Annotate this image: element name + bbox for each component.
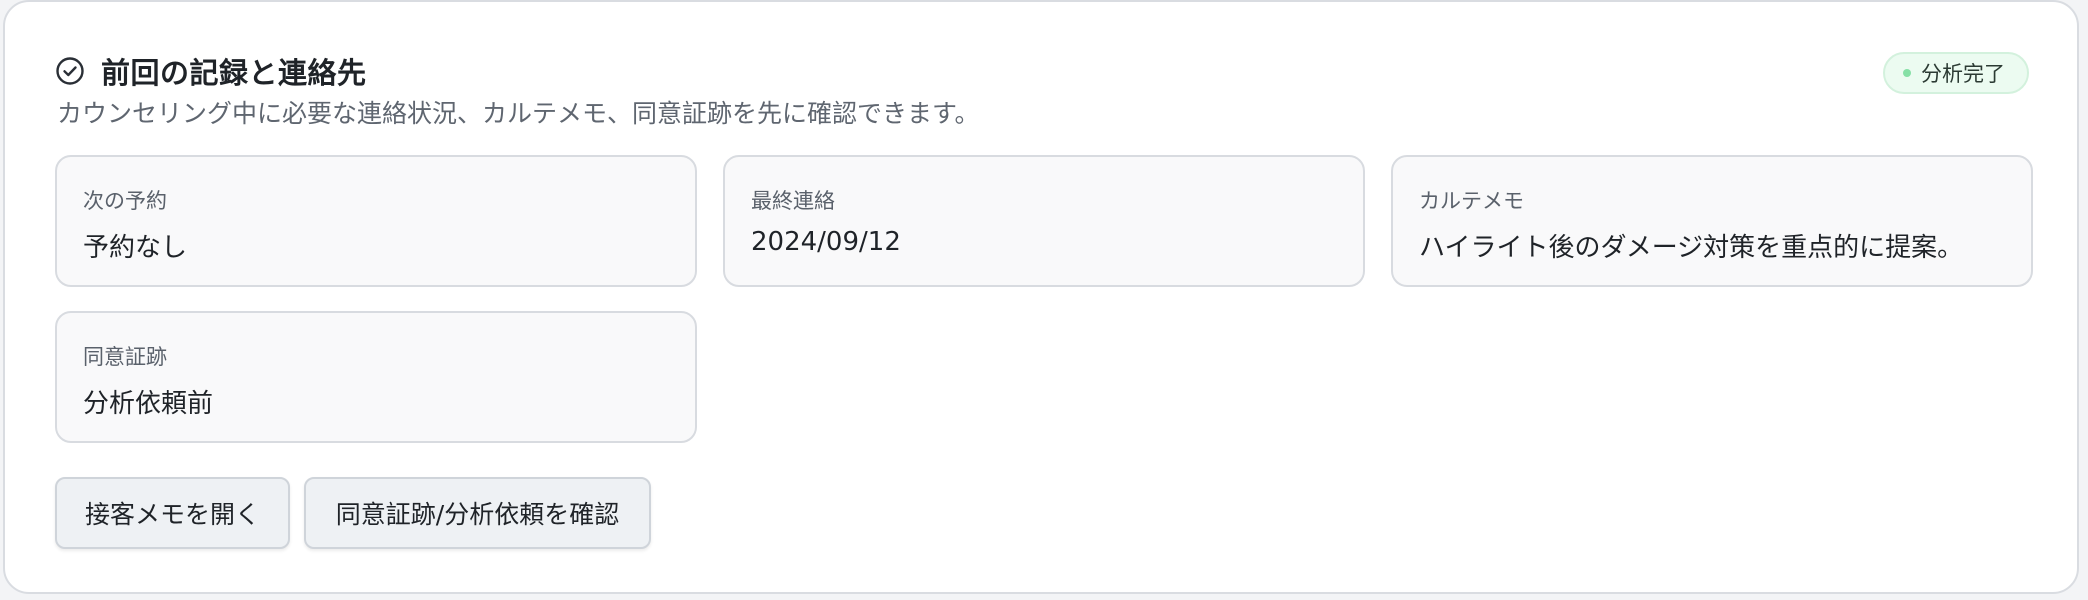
status-dot <box>1903 69 1911 77</box>
info-card-value: 2024/09/12 <box>751 227 901 257</box>
status-badge: 分析完了 <box>1883 52 2029 94</box>
info-card-next-appointment: 次の予約 予約なし <box>55 155 697 287</box>
info-card-label: 同意証跡 <box>83 345 167 369</box>
status-badge-label: 分析完了 <box>1921 62 2005 86</box>
info-card-consent-record: 同意証跡 分析依頼前 <box>55 311 697 443</box>
check-circle-icon <box>55 56 85 86</box>
info-card-label: 次の予約 <box>83 189 167 213</box>
open-memo-button[interactable]: 接客メモを開く <box>55 477 290 549</box>
info-card-last-contact: 最終連絡 2024/09/12 <box>723 155 1365 287</box>
info-card-value: ハイライト後のダメージ対策を重点的に提案。 <box>1419 233 1964 263</box>
info-card-chart-memo: カルテメモ ハイライト後のダメージ対策を重点的に提案。 <box>1391 155 2033 287</box>
info-card-label: カルテメモ <box>1419 189 1524 213</box>
info-card-label: 最終連絡 <box>751 189 835 213</box>
info-card-value: 分析依頼前 <box>83 389 214 419</box>
check-consent-button[interactable]: 同意証跡/分析依頼を確認 <box>304 477 651 549</box>
card-header: 前回の記録と連絡先 <box>55 50 367 92</box>
info-card-value: 予約なし <box>83 233 188 263</box>
card-subtitle: カウンセリング中に必要な連絡状況、カルテメモ、同意証跡を先に確認できます。 <box>57 99 980 128</box>
record-contact-card: 前回の記録と連絡先 カウンセリング中に必要な連絡状況、カルテメモ、同意証跡を先に… <box>3 0 2079 594</box>
card-title: 前回の記録と連絡先 <box>101 56 367 90</box>
